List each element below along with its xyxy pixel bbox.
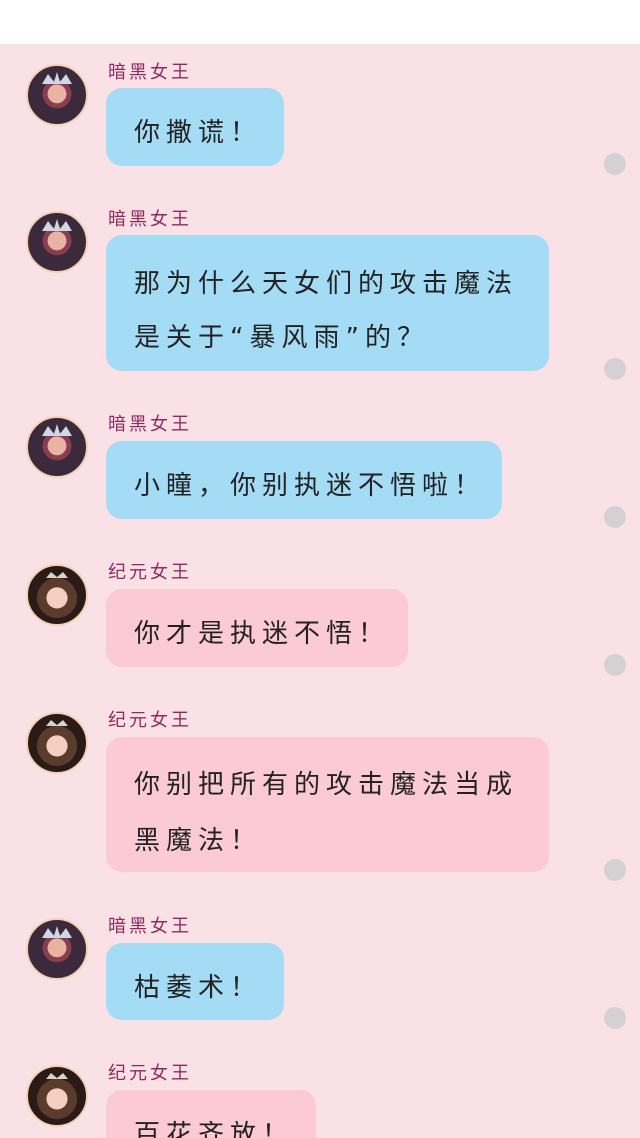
dark-queen-avatar[interactable] [26, 211, 88, 273]
message-text: 黑魔法！ [134, 826, 263, 856]
dark-queen-avatar[interactable] [26, 416, 88, 478]
sender-name: 暗黑女王 [108, 209, 192, 230]
sender-name: 暗黑女王 [108, 414, 192, 435]
message-bubble[interactable]: 你别把所有的攻击魔法当成 黑魔法！ [106, 737, 549, 872]
chat-area[interactable]: 暗黑女王 你撒谎！ 暗黑女王 那为什么天女们的攻击魔法 是关于“暴风雨”的？ 暗… [0, 44, 640, 1138]
message-text: 那为什么天女们的攻击魔法 [134, 269, 519, 299]
sender-name: 暗黑女王 [108, 916, 192, 937]
message-bubble[interactable]: 你才是执迷不悟！ [106, 589, 408, 667]
status-dot [604, 859, 626, 881]
status-dot [604, 654, 626, 676]
status-dot [604, 153, 626, 175]
message-text: 你撒谎！ [134, 118, 263, 148]
sender-name: 暗黑女王 [108, 62, 192, 83]
message-bubble[interactable]: 那为什么天女们的攻击魔法 是关于“暴风雨”的？ [106, 235, 549, 371]
message-text: 小瞳，你别执迷不悟啦！ [134, 471, 487, 501]
message-bubble[interactable]: 小瞳，你别执迷不悟啦！ [106, 441, 502, 519]
message-bubble[interactable]: 百花齐放！ [106, 1090, 316, 1138]
yuan-queen-avatar[interactable] [26, 712, 88, 774]
sender-name: 纪元女王 [108, 562, 192, 583]
message-text: 你别把所有的攻击魔法当成 [134, 770, 519, 800]
sender-name: 纪元女王 [108, 1063, 192, 1084]
dark-queen-avatar[interactable] [26, 64, 88, 126]
dark-queen-avatar[interactable] [26, 918, 88, 980]
message-bubble[interactable]: 枯萎术！ [106, 943, 284, 1020]
status-dot [604, 1007, 626, 1029]
status-dot [604, 506, 626, 528]
top-bar [0, 0, 640, 44]
message-text: 你才是执迷不悟！ [134, 619, 391, 649]
message-bubble[interactable]: 你撒谎！ [106, 88, 284, 166]
yuan-queen-avatar[interactable] [26, 564, 88, 626]
message-text: 是关于“暴风雨”的？ [134, 323, 429, 353]
sender-name: 纪元女王 [108, 710, 192, 731]
message-text: 百花齐放！ [134, 1120, 295, 1138]
status-dot [604, 358, 626, 380]
message-text: 枯萎术！ [134, 973, 263, 1003]
yuan-queen-avatar[interactable] [26, 1065, 88, 1127]
